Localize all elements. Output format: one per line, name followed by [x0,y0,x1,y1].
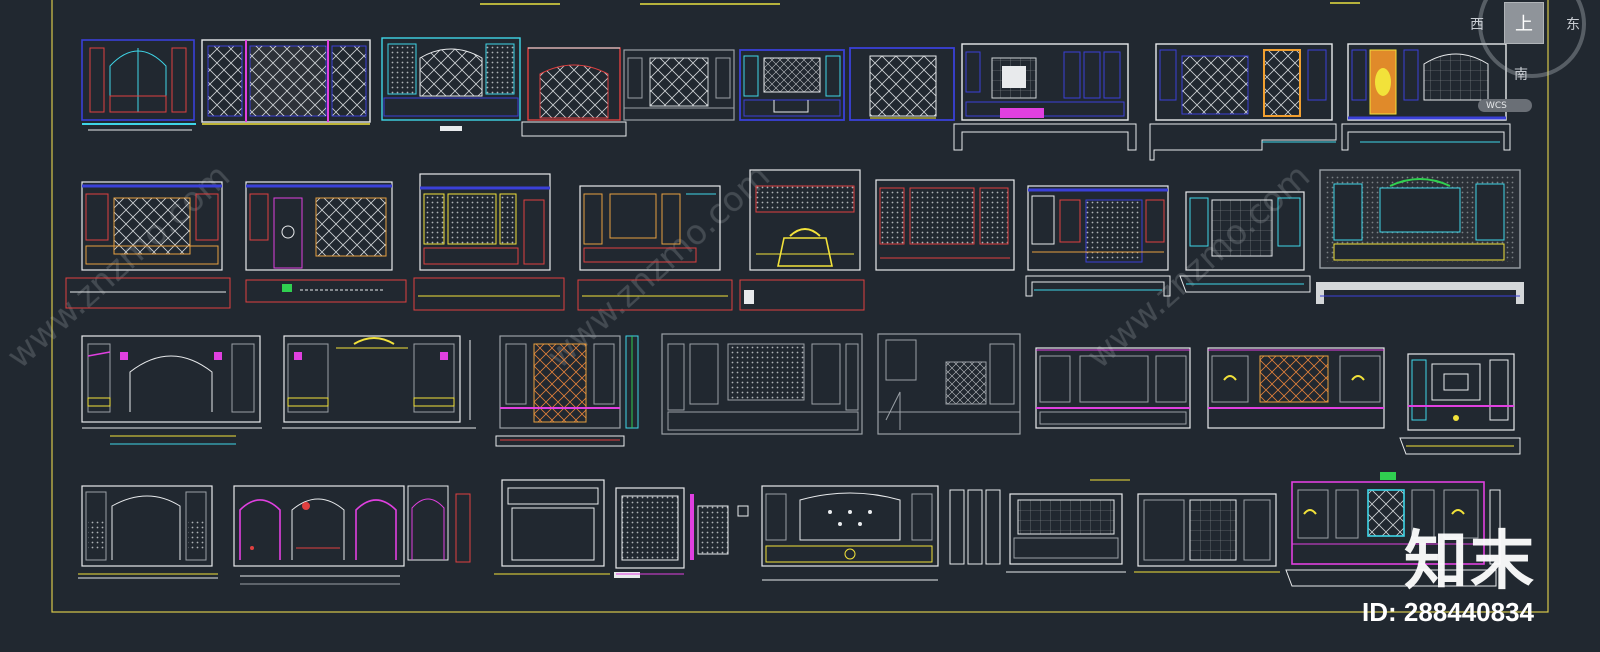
elevation-29[interactable] [233,485,471,585]
viewcube-west-label[interactable]: 西 [1470,14,1484,34]
elevation-5[interactable] [623,49,735,121]
elevation-26[interactable] [1207,347,1385,429]
elevation-33[interactable] [949,489,1001,565]
viewcube[interactable]: 上 西 东 南 [1456,0,1596,110]
elevation-32[interactable] [761,485,939,581]
elevation-3[interactable] [381,37,521,131]
elevation-22[interactable] [495,335,639,447]
elevation-1[interactable] [81,39,196,131]
elevation-34[interactable] [1006,479,1130,573]
elevation-12[interactable] [245,181,407,303]
elevation-20[interactable] [81,335,262,445]
elevation-19[interactable] [1316,169,1524,304]
elevation-31[interactable] [615,487,749,575]
viewcube-south-label[interactable]: 南 [1514,64,1528,84]
elevation-7[interactable] [849,47,955,121]
elevation-2[interactable] [201,39,371,125]
elevation-row-1[interactable] [81,37,1511,161]
watermark-logo: 知末 [1404,525,1536,599]
viewcube-east-label[interactable]: 东 [1566,14,1580,34]
cad-drawing-canvas[interactable]: www.znzmo.com www.znzmo.com www.znzmo.co… [0,0,1600,652]
elevation-row-3[interactable] [81,333,1521,455]
elevation-13[interactable] [413,173,565,311]
elevation-16[interactable] [875,179,1015,271]
elevation-24[interactable] [877,333,1021,435]
elevation-9[interactable] [1149,43,1337,161]
elevation-21[interactable] [282,335,476,429]
elevation-17[interactable] [1025,185,1171,297]
elevation-28[interactable] [78,485,218,579]
viewcube-top-face[interactable]: 上 [1504,2,1544,44]
wcs-menu-button[interactable]: WCS [1478,99,1532,112]
elevation-row-4[interactable] [78,472,1501,587]
elevation-27[interactable] [1399,353,1521,455]
watermark-id: ID: 288440834 [1362,597,1535,627]
elevation-8[interactable] [953,43,1137,151]
elevation-30[interactable] [494,479,640,578]
watermark-text-1: www.znzmo.com [0,156,238,377]
elevation-35[interactable] [1134,493,1280,573]
elevation-15[interactable] [739,169,865,311]
elevation-6[interactable] [739,49,845,121]
elevation-4[interactable] [521,47,627,137]
elevation-23[interactable] [661,333,863,435]
